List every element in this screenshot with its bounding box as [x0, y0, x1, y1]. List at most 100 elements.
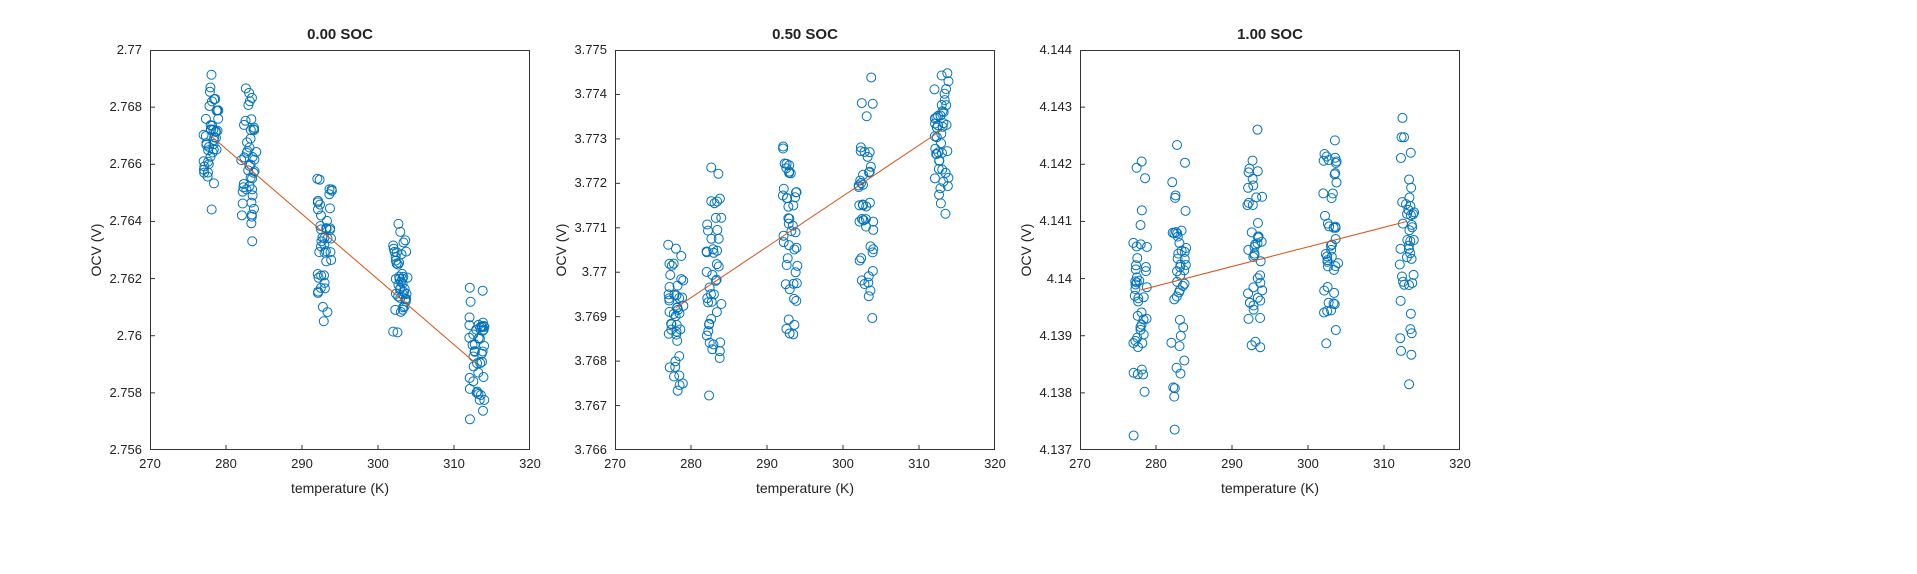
data-point [1398, 113, 1407, 122]
data-point [1137, 206, 1146, 215]
data-point [207, 205, 216, 214]
ytick-0: 2.768 [82, 99, 142, 114]
data-point [1170, 425, 1179, 434]
xtick-0: 300 [363, 456, 393, 471]
ylabel-1: OCV (V) [553, 50, 569, 450]
data-point [667, 261, 676, 270]
data-point [243, 138, 252, 147]
data-point [779, 238, 788, 247]
data-point [868, 314, 877, 323]
ytick-2: 4.137 [1012, 442, 1072, 457]
data-point [677, 252, 686, 261]
data-point [930, 85, 939, 94]
ytick-2: 4.144 [1012, 42, 1072, 57]
data-point [1332, 178, 1341, 187]
data-point [1396, 244, 1405, 253]
data-point [1170, 295, 1179, 304]
data-point [791, 268, 800, 277]
data-point [237, 211, 246, 220]
data-point [401, 236, 410, 245]
data-point [1132, 163, 1141, 172]
data-point [1330, 136, 1339, 145]
panel-1: 0.50 SOC temperature (K) OCV (V) 2702802… [615, 50, 995, 450]
data-point [1405, 380, 1414, 389]
data-point [1396, 153, 1405, 162]
ytick-0: 2.756 [82, 442, 142, 457]
ytick-2: 4.142 [1012, 156, 1072, 171]
data-point [1331, 326, 1340, 335]
xtick-0: 310 [439, 456, 469, 471]
data-point [717, 299, 726, 308]
ytick-0: 2.76 [82, 328, 142, 343]
data-point [714, 169, 723, 178]
ytick-2: 4.14 [1012, 271, 1072, 286]
data-point [1141, 174, 1150, 183]
data-point [710, 199, 719, 208]
data-point [1406, 309, 1415, 318]
data-point [792, 243, 801, 252]
data-point [707, 163, 716, 172]
ytick-1: 3.775 [547, 42, 607, 57]
data-point [1408, 279, 1417, 288]
xtick-1: 310 [904, 456, 934, 471]
data-point [1397, 346, 1406, 355]
data-point [1140, 387, 1149, 396]
data-point [1136, 221, 1145, 230]
xtick-2: 280 [1141, 456, 1171, 471]
ytick-1: 3.771 [547, 220, 607, 235]
xlabel-0: temperature (K) [150, 480, 530, 496]
data-point [702, 267, 711, 276]
data-point [469, 377, 478, 386]
xtick-0: 270 [135, 456, 165, 471]
xtick-1: 300 [828, 456, 858, 471]
data-point [1253, 167, 1262, 176]
data-point [1409, 270, 1418, 279]
data-point [857, 99, 866, 108]
data-point [246, 134, 255, 143]
data-point [675, 371, 684, 380]
ytick-1: 3.766 [547, 442, 607, 457]
data-point [248, 237, 257, 246]
data-point [930, 174, 939, 183]
data-point [790, 320, 799, 329]
data-point [868, 99, 877, 108]
data-point [715, 194, 724, 203]
data-point [1256, 296, 1265, 305]
ytick-2: 4.138 [1012, 385, 1072, 400]
data-point [399, 238, 408, 247]
data-point [666, 270, 675, 279]
data-point [664, 240, 673, 249]
data-point [479, 406, 488, 415]
data-point [1181, 206, 1190, 215]
xtick-1: 280 [676, 456, 706, 471]
data-point [779, 142, 788, 151]
trend-line [676, 130, 942, 308]
xlabel-2: temperature (K) [1080, 480, 1460, 496]
xtick-0: 280 [211, 456, 241, 471]
data-point [784, 202, 793, 211]
data-point [1247, 228, 1256, 237]
ytick-0: 2.764 [82, 213, 142, 228]
data-point [480, 341, 489, 350]
xtick-2: 300 [1293, 456, 1323, 471]
data-point [1168, 178, 1177, 187]
data-point [943, 147, 952, 156]
data-point [792, 296, 801, 305]
data-point [705, 391, 714, 400]
ytick-1: 3.767 [547, 398, 607, 413]
data-point [1319, 189, 1328, 198]
data-point [779, 144, 788, 153]
data-point [714, 262, 723, 271]
data-point [712, 260, 721, 269]
data-point [864, 292, 873, 301]
data-point [1179, 323, 1188, 332]
data-point [1396, 296, 1405, 305]
xtick-1: 320 [980, 456, 1010, 471]
data-point [937, 71, 946, 80]
data-point [1253, 219, 1262, 228]
data-point [790, 294, 799, 303]
data-point [665, 296, 674, 305]
panel-0: 0.00 SOC temperature (K) OCV (V) 2702802… [150, 50, 530, 450]
data-point [478, 286, 487, 295]
plot-title-0: 0.00 SOC [150, 26, 530, 43]
